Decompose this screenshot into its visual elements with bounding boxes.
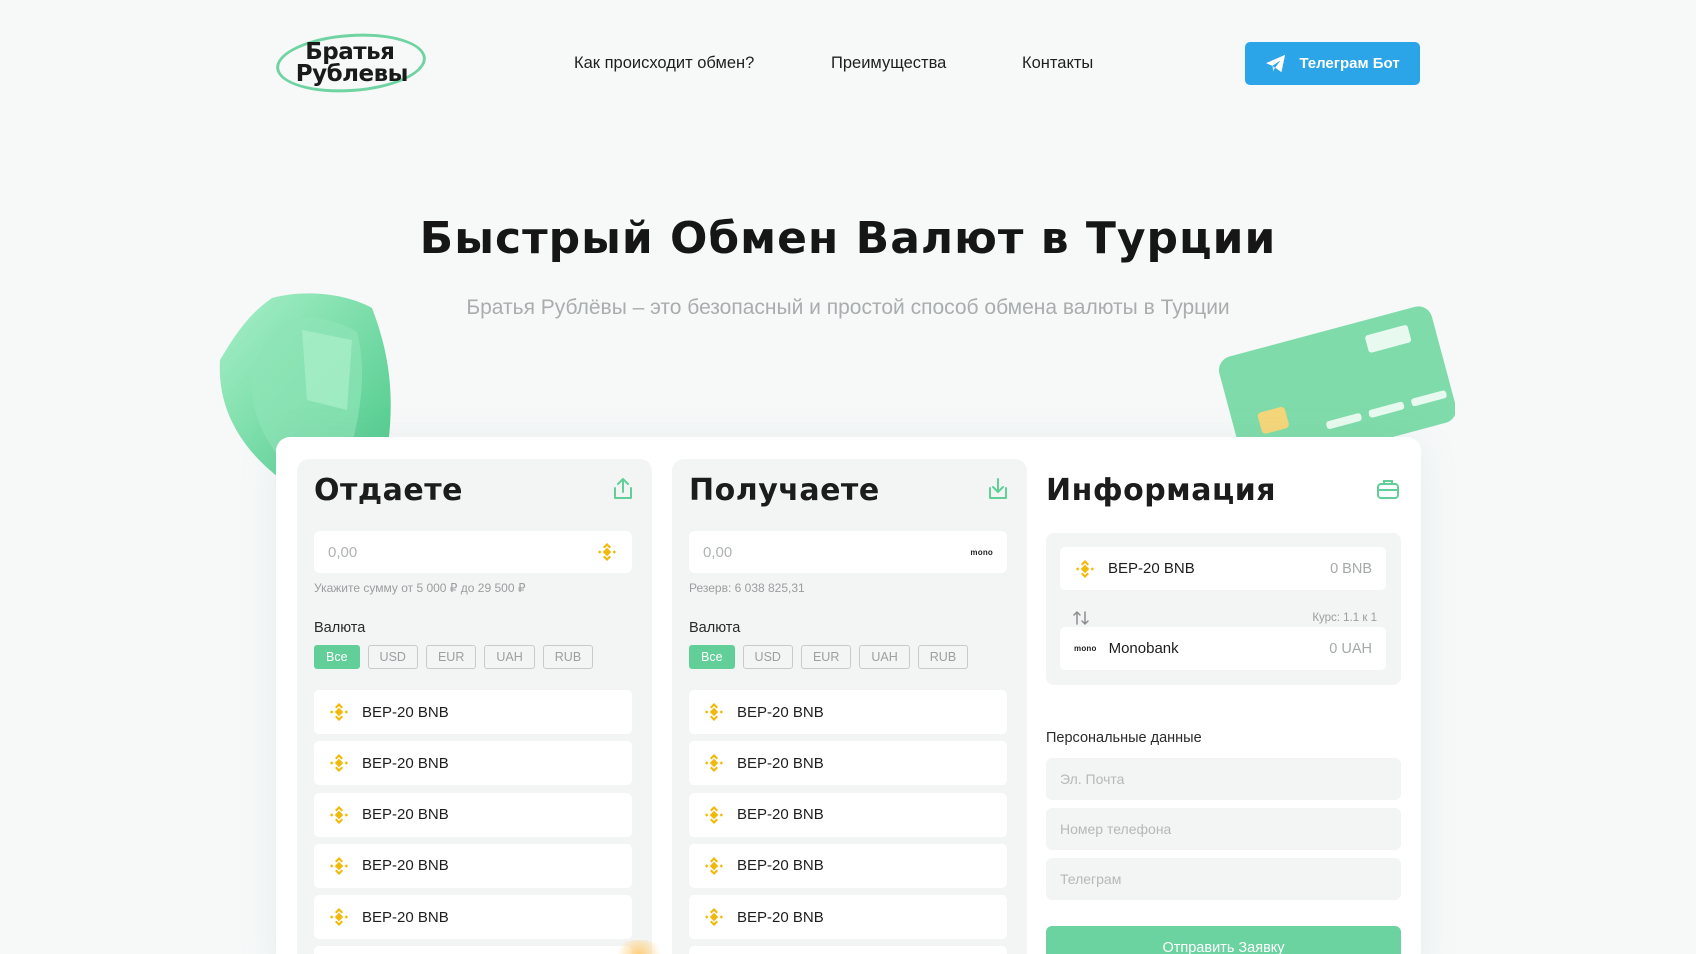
phone-field[interactable] (1046, 808, 1401, 850)
receive-currency-item-label: BEP-20 BNB (737, 703, 824, 721)
bnb-icon (330, 703, 348, 721)
email-field[interactable] (1046, 758, 1401, 800)
info-title: Информация (1046, 473, 1276, 508)
give-currency-item-label: BEP-20 BNB (362, 806, 449, 824)
give-filter-usd[interactable]: USD (367, 645, 418, 669)
submit-request-button[interactable]: Отправить Заявку (1046, 926, 1401, 954)
brand-logo[interactable]: Братья Рублевы (274, 28, 428, 98)
give-filter-all[interactable]: Все (314, 645, 360, 669)
site-header: Братья Рублевы Как происходит обмен? Пре… (0, 0, 1696, 130)
give-currency-item-label: BEP-20 BNB (362, 703, 449, 721)
receive-filter-rub[interactable]: RUB (917, 645, 969, 669)
receive-currency-item[interactable]: BEP-20 BNB (689, 792, 1007, 837)
bnb-icon (598, 543, 616, 561)
give-currency-list: BEP-20 BNB BEP-20 BNB BEP-20 BNB BEP-20 … (314, 690, 632, 954)
give-currency-item[interactable]: BEP-20 BNB (314, 843, 632, 888)
bnb-icon (1076, 559, 1094, 578)
give-currency-item[interactable]: BEP-20 BNB (314, 895, 632, 940)
summary-from-row: BEP-20 BNB 0 BNB (1060, 547, 1386, 590)
give-filter-uah[interactable]: UAH (484, 645, 535, 669)
monobank-logo: mono (970, 547, 993, 557)
summary-from-value: 0 BNB (1330, 560, 1372, 577)
exchange-panel: Отдаете Укажите сумму от 5 000 ₽ до 29 5… (276, 437, 1421, 954)
summary-to-value: 0 UAH (1329, 640, 1372, 657)
receive-currency-item[interactable]: BEP-20 BNB (689, 690, 1007, 734)
receive-currency-item-label: BEP-20 BNB (737, 754, 824, 772)
download-icon (989, 478, 1007, 499)
receive-currency-item[interactable] (689, 946, 1007, 954)
nav-advantages[interactable]: Преимущества (831, 54, 946, 73)
receive-currency-item[interactable]: BEP-20 BNB (689, 843, 1007, 888)
monobank-logo: mono (1074, 644, 1097, 653)
give-amount-field[interactable] (314, 531, 632, 573)
bnb-icon (330, 805, 348, 824)
give-currency-item-label: BEP-20 BNB (362, 908, 449, 926)
upload-icon (614, 478, 632, 499)
receive-amount-field[interactable]: mono (689, 531, 1007, 573)
receive-currency-item-label: BEP-20 BNB (737, 806, 824, 824)
nav-how-it-works[interactable]: Как происходит обмен? (574, 54, 754, 73)
exchange-summary: BEP-20 BNB 0 BNB Курс: 1.1 к 1 mono Mono… (1046, 533, 1401, 685)
bnb-icon (330, 856, 348, 875)
give-currency-item[interactable]: BEP-20 BNB (314, 741, 632, 786)
receive-currency-item[interactable]: BEP-20 BNB (689, 895, 1007, 940)
receive-amount-input[interactable] (703, 543, 903, 561)
info-column: Информация BEP-20 BNB 0 BNB Курс: 1.1 к … (1046, 459, 1401, 954)
receive-column: Получаете mono Резерв: 6 038 825,31 Валю… (672, 459, 1027, 954)
give-currency-item[interactable]: BEP-20 BNB (314, 690, 632, 734)
receive-currency-item-label: BEP-20 BNB (737, 857, 824, 875)
briefcase-icon (1377, 480, 1399, 499)
receive-title: Получаете (689, 473, 880, 508)
telegram-icon (1266, 54, 1286, 72)
summary-from-name: BEP-20 BNB (1108, 560, 1195, 577)
receive-filter-uah[interactable]: UAH (859, 645, 910, 669)
personal-data-label: Персональные данные (1046, 730, 1202, 746)
receive-filter-all[interactable]: Все (689, 645, 735, 669)
bnb-icon (705, 856, 723, 875)
bnb-icon (330, 908, 348, 927)
receive-reserve: Резерв: 6 038 825,31 (689, 581, 805, 595)
summary-to-row: mono Monobank 0 UAH (1060, 627, 1386, 670)
nav-contacts[interactable]: Контакты (1022, 54, 1093, 73)
give-filter-eur[interactable]: EUR (425, 645, 477, 669)
hero-title: Быстрый Обмен Валют в Турции (419, 213, 1277, 264)
exchange-rate: Курс: 1.1 к 1 (1312, 612, 1377, 624)
logo-line-1: Братья (305, 39, 395, 66)
give-amount-input[interactable] (328, 543, 528, 561)
receive-currency-item[interactable]: BEP-20 BNB (689, 741, 1007, 786)
give-column: Отдаете Укажите сумму от 5 000 ₽ до 29 5… (297, 459, 652, 954)
give-currency-item[interactable]: BEP-20 BNB (314, 792, 632, 837)
bnb-icon (705, 908, 723, 927)
logo-line-2: Рублевы (295, 60, 408, 87)
receive-currency-list: BEP-20 BNB BEP-20 BNB BEP-20 BNB BEP-20 … (689, 690, 1007, 954)
card-illustration (1218, 306, 1455, 460)
give-currency-label: Валюта (314, 620, 366, 636)
receive-currency-filters: Все USD EUR UAH RUB (689, 645, 969, 669)
give-currency-item[interactable] (314, 946, 632, 954)
give-currency-item-label: BEP-20 BNB (362, 754, 449, 772)
telegram-field[interactable] (1046, 858, 1401, 900)
give-currency-filters: Все USD EUR UAH RUB (314, 645, 594, 669)
bnb-icon (705, 805, 723, 824)
bnb-icon (705, 703, 723, 721)
summary-to-name: Monobank (1108, 640, 1179, 657)
receive-currency-label: Валюта (689, 620, 741, 636)
bnb-icon (330, 754, 348, 773)
receive-filter-usd[interactable]: USD (742, 645, 793, 669)
telegram-bot-label: Телеграм Бот (1299, 55, 1400, 72)
swap-icon[interactable] (1072, 609, 1090, 627)
give-amount-hint: Укажите сумму от 5 000 ₽ до 29 500 ₽ (314, 581, 526, 595)
receive-currency-item-label: BEP-20 BNB (737, 908, 824, 926)
telegram-bot-button[interactable]: Телеграм Бот (1245, 42, 1420, 85)
bnb-icon (705, 754, 723, 773)
receive-filter-eur[interactable]: EUR (800, 645, 852, 669)
give-title: Отдаете (314, 473, 463, 508)
give-filter-rub[interactable]: RUB (542, 645, 594, 669)
give-currency-item-label: BEP-20 BNB (362, 857, 449, 875)
